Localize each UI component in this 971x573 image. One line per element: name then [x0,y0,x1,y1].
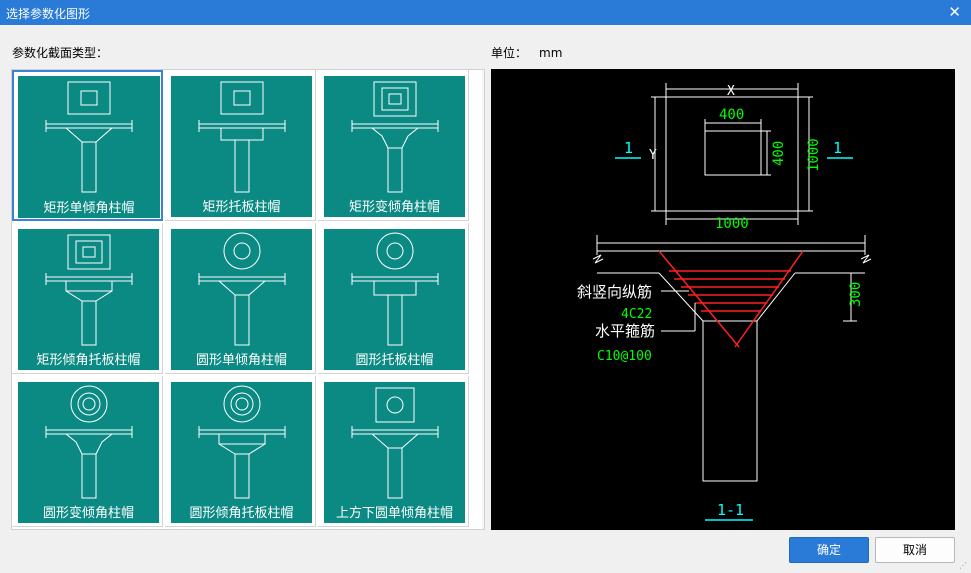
round-variable-taper-cap-thumbnail: 圆形变倾角柱帽 [18,382,159,523]
section-mark-right: 1 [833,139,842,157]
tile-square-top-round-bottom-cap[interactable]: 上方下圆单倾角柱帽 [318,376,469,527]
tile-label: 矩形单倾角柱帽 [43,201,135,216]
preview-drawing: X Y 400 400 1000 1000 1 1 300 斜竖向纵筋 4C22… [577,83,872,521]
rect-single-taper-cap-thumbnail: 矩形单倾角柱帽 [18,76,160,218]
tile-rect-taper-drop-panel-cap[interactable]: 矩形倾角托板柱帽 [12,223,163,374]
outer-width-label: 1000 [715,216,749,232]
rect-drop-panel-cap-thumbnail: 矩形托板柱帽 [171,76,312,217]
section-mark-left: 1 [624,139,633,157]
shape-gallery: 矩形单倾角柱帽 矩形托板柱帽 矩形变倾角柱帽 矩形倾角托板柱帽 圆形单倾角柱帽 … [11,69,485,530]
window-title: 选择参数化图形 [6,7,91,21]
cancel-button[interactable]: 取消 [875,537,955,563]
inner-height-label: 400 [771,141,787,166]
dim-x-label: X [727,84,735,99]
ok-button[interactable]: 确定 [789,537,869,563]
close-icon[interactable]: ✕ [948,3,961,21]
square-top-round-bottom-cap-thumbnail: 上方下圆单倾角柱帽 [324,382,465,523]
tile-label: 圆形变倾角柱帽 [42,506,134,521]
round-drop-panel-cap-thumbnail: 圆形托板柱帽 [324,229,465,370]
depth-label: 300 [848,282,864,307]
rect-taper-drop-panel-cap-thumbnail: 矩形倾角托板柱帽 [18,229,159,370]
round-single-taper-cap-thumbnail: 圆形单倾角柱帽 [171,229,312,370]
round-taper-drop-panel-cap-thumbnail: 圆形倾角托板柱帽 [171,382,312,523]
tile-label: 矩形变倾角柱帽 [348,200,440,215]
tile-rect-drop-panel-cap[interactable]: 矩形托板柱帽 [165,70,316,221]
tile-rect-single-taper-cap[interactable]: 矩形单倾角柱帽 [12,70,163,221]
preview-panel: X Y 400 400 1000 1000 1 1 300 斜竖向纵筋 4C22… [491,69,955,530]
title-bar: 选择参数化图形 ✕ [0,0,971,25]
unit-label: 单位： [491,46,528,60]
section-title: 1-1 [717,501,744,519]
gallery-scrollbar[interactable]: ▲ ▼ [482,70,484,529]
resize-grip-icon[interactable]: ⋰ [959,561,969,571]
tile-round-single-taper-cap[interactable]: 圆形单倾角柱帽 [165,223,316,374]
tile-round-drop-panel-cap[interactable]: 圆形托板柱帽 [318,223,469,374]
tile-label: 矩形托板柱帽 [202,200,281,215]
tile-label: 圆形托板柱帽 [355,353,434,368]
rebar-value-1: 4C22 [621,307,652,322]
outer-height-label: 1000 [806,138,822,172]
tile-round-taper-drop-panel-cap[interactable]: 圆形倾角托板柱帽 [165,376,316,527]
tile-label: 矩形倾角托板柱帽 [36,353,141,368]
inner-width-label: 400 [719,107,744,123]
section-type-label: 参数化截面类型： [12,46,109,60]
rebar-label-1: 斜竖向纵筋 [577,283,652,301]
unit-row: 单位： mm [491,44,562,61]
tile-rect-variable-taper-cap[interactable]: 矩形变倾角柱帽 [318,70,469,221]
tile-label: 上方下圆单倾角柱帽 [335,506,453,521]
rebar-label-2: 水平箍筋 [595,322,655,340]
unit-value: mm [539,46,563,60]
dim-y-label: Y [649,148,657,163]
tile-round-variable-taper-cap[interactable]: 圆形变倾角柱帽 [12,376,163,527]
rect-variable-taper-cap-thumbnail: 矩形变倾角柱帽 [324,76,465,217]
rebar-value-2: C10@100 [597,349,652,364]
tile-label: 圆形单倾角柱帽 [195,353,287,368]
tile-label: 圆形倾角托板柱帽 [189,506,294,521]
